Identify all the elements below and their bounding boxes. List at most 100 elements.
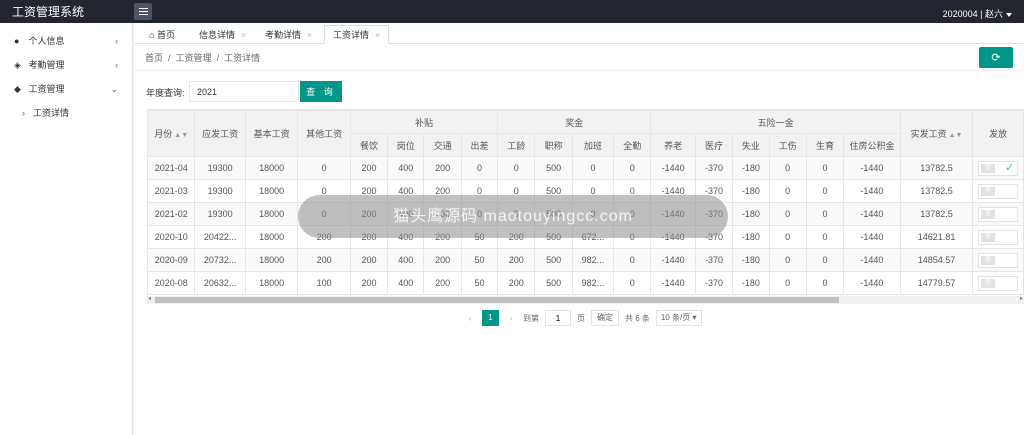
table-row: 2021-04 19300 18000 0 200 400 200 0 0 500 0 0 -1440-… xyxy=(147,156,1024,180)
header-base: 基本工资 xyxy=(244,110,299,157)
header-group-bonus: 奖金 xyxy=(497,110,652,134)
tab-info-detail[interactable]: 信息详情 × xyxy=(190,25,255,44)
header-seniority: 工龄 xyxy=(497,133,536,157)
goto-confirm-button[interactable]: 确定 xyxy=(591,310,619,326)
sidebar-item-attendance[interactable]: ◈ 考勤管理 ‹ xyxy=(0,53,132,77)
cell-month: 2021-03 xyxy=(147,179,196,203)
issued-toggle[interactable]: 是 xyxy=(978,229,1019,245)
cell-overtime: 982... xyxy=(571,271,615,295)
header-group-subsidy: 补贴 xyxy=(349,110,499,134)
cell-issued: 是 xyxy=(972,225,1024,249)
issued-toggle[interactable]: 是 xyxy=(978,183,1019,199)
sidebar-subitem-salary-detail[interactable]: › 工资详情 xyxy=(0,101,132,125)
cell-meal: 200 xyxy=(349,271,389,295)
header-overtime: 加班 xyxy=(571,133,615,157)
sidebar-item-salary[interactable]: ◆ 工资管理 ⌄ xyxy=(0,77,132,101)
issued-toggle[interactable]: 是 ✓ xyxy=(978,160,1019,176)
prev-page-icon[interactable]: ‹ xyxy=(464,313,476,323)
tab-home[interactable]: ⌂ 首页 xyxy=(140,25,184,44)
page-current[interactable]: 1 xyxy=(482,310,499,326)
query-button[interactable]: 查 询 xyxy=(300,81,342,102)
goto-page-input[interactable] xyxy=(545,310,571,326)
cell-actual: 14854.57 xyxy=(899,248,974,272)
refresh-button[interactable]: ⟳ xyxy=(979,47,1013,68)
query-label: 年度查询: xyxy=(146,88,185,98)
cell-maternity: 0 xyxy=(805,202,845,226)
cell-overtime: 982... xyxy=(571,248,615,272)
cell-attendance: 0 xyxy=(613,248,652,272)
total-count: 共 6 条 xyxy=(625,313,650,323)
cell-base: 18000 xyxy=(244,225,299,249)
cell-month: 2021-02 xyxy=(147,202,196,226)
cell-injury: 0 xyxy=(768,156,807,180)
breadcrumb: 首页 / 工资管理 / 工资详情 xyxy=(145,51,260,64)
header-attendance: 全勤 xyxy=(613,133,652,157)
close-icon[interactable]: × xyxy=(375,30,380,40)
header-month[interactable]: 月份 ▲▼ xyxy=(147,110,196,157)
cell-injury: 0 xyxy=(768,248,807,272)
tab-salary-detail[interactable]: 工资详情 × xyxy=(324,25,390,44)
cell-payable: 19300 xyxy=(194,202,246,226)
cell-payable: 20632... xyxy=(194,271,246,295)
cell-traffic: 200 xyxy=(423,248,462,272)
sidebar-item-personal-info[interactable]: ● 个人信息 ‹ xyxy=(0,29,132,53)
header-injury: 工伤 xyxy=(768,133,807,157)
breadcrumb-current: 工资详情 xyxy=(224,53,261,63)
toggle-knob: 是 xyxy=(981,163,996,173)
cell-maternity: 0 xyxy=(805,225,845,249)
cell-traffic: 200 xyxy=(423,156,462,180)
issued-toggle[interactable]: 是 xyxy=(978,275,1019,291)
cell-unemployment: -180 xyxy=(732,225,770,249)
tag-icon: ◆ xyxy=(14,84,21,94)
next-page-icon[interactable]: › xyxy=(505,313,517,323)
cell-maternity: 0 xyxy=(805,179,845,203)
user-name: 2020004 | 赵六 xyxy=(942,9,1003,19)
cell-issued: 是 xyxy=(972,179,1024,203)
cell-unemployment: -180 xyxy=(732,202,770,226)
menu-toggle-button[interactable] xyxy=(134,3,152,20)
cell-payable: 19300 xyxy=(194,179,246,203)
cell-seniority: 0 xyxy=(497,156,536,180)
app-title: 工资管理系统 xyxy=(12,5,85,19)
scroll-left-icon[interactable]: ◂ xyxy=(148,295,151,302)
header-medical: 医疗 xyxy=(694,133,734,157)
issued-toggle[interactable]: 是 xyxy=(978,252,1019,268)
close-icon[interactable]: × xyxy=(241,30,246,40)
header-issued: 发放 xyxy=(972,110,1024,157)
breadcrumb-home[interactable]: 首页 xyxy=(145,53,163,63)
tab-attendance-detail[interactable]: 考勤详情 × xyxy=(256,25,321,44)
page-size-value: 10 条/页 xyxy=(660,313,691,322)
cell-seniority: 200 xyxy=(497,248,536,272)
cell-seniority: 200 xyxy=(497,271,536,295)
breadcrumb-salary[interactable]: 工资管理 xyxy=(176,53,212,63)
horizontal-scrollbar[interactable]: ◂ ▸ xyxy=(147,296,1024,304)
header-post: 岗位 xyxy=(387,133,425,157)
chevron-left-icon: ‹ xyxy=(115,36,118,46)
header-label: 月份 xyxy=(154,129,173,139)
sort-icon[interactable]: ▲▼ xyxy=(174,132,188,139)
user-menu[interactable]: 2020004 | 赵六 xyxy=(943,7,1012,20)
cell-payable: 20732... xyxy=(194,248,246,272)
cell-meal: 200 xyxy=(349,156,389,180)
cell-injury: 0 xyxy=(768,202,807,226)
year-input[interactable] xyxy=(189,81,299,102)
sidebar-subitem-label: 工资详情 xyxy=(33,108,70,118)
cell-injury: 0 xyxy=(768,225,807,249)
close-icon[interactable]: × xyxy=(307,30,312,40)
header-actual[interactable]: 实发工资 ▲▼ xyxy=(899,110,974,157)
sidebar-item-label: 个人信息 xyxy=(28,36,65,46)
cell-injury: 0 xyxy=(768,179,807,203)
cell-medical: -370 xyxy=(694,156,734,180)
cell-pension: -1440 xyxy=(650,156,696,180)
scrollbar-thumb[interactable] xyxy=(155,297,839,303)
cell-unemployment: -180 xyxy=(732,156,770,180)
cell-base: 18000 xyxy=(244,179,299,203)
scroll-right-icon[interactable]: ▸ xyxy=(1020,295,1023,302)
toggle-knob: 是 xyxy=(981,278,996,288)
breadcrumb-separator: / xyxy=(165,53,176,63)
issued-toggle[interactable]: 是 xyxy=(978,206,1019,222)
cell-injury: 0 xyxy=(768,271,807,295)
page-size-select[interactable]: 10 条/页 ▾ xyxy=(655,310,702,326)
sidebar-item-label: 工资管理 xyxy=(28,84,65,94)
sort-icon[interactable]: ▲▼ xyxy=(949,132,963,139)
